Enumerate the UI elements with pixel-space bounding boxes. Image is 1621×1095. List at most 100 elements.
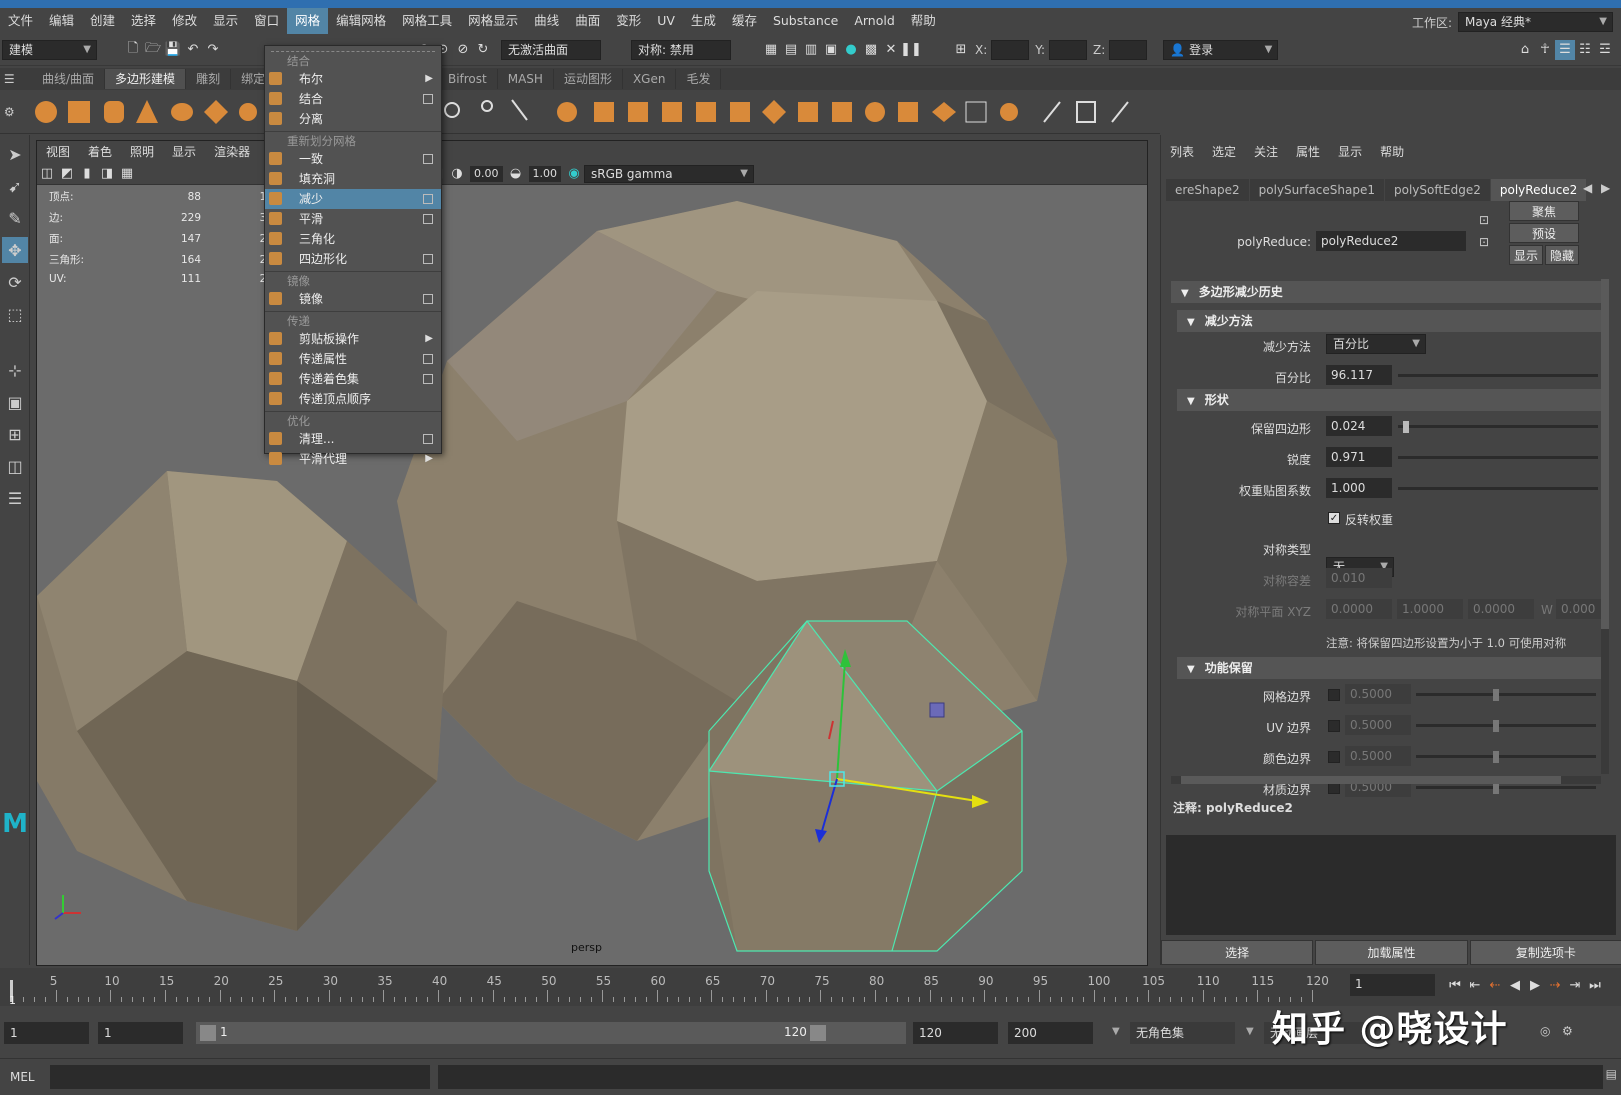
menu-item[interactable]: 四边形化 <box>265 249 441 269</box>
preserve-slider-knob[interactable] <box>1493 689 1499 701</box>
sharpness-field[interactable]: 0.971 <box>1326 447 1392 467</box>
gamma-icon[interactable]: ◒ <box>506 164 526 184</box>
redo-icon[interactable]: ↷ <box>203 40 223 60</box>
menu-19[interactable]: 帮助 <box>903 8 944 34</box>
undo-icon[interactable]: ↶ <box>183 40 203 60</box>
symmetry-tolerance-field[interactable]: 0.010 <box>1326 568 1392 588</box>
menu-11[interactable]: 曲线 <box>526 8 567 34</box>
live-surface-field[interactable]: 无激活曲面 <box>501 39 601 60</box>
exposure-icon[interactable]: ◑ <box>447 164 467 184</box>
menu-item[interactable]: 剪贴板操作 ▶ <box>265 329 441 349</box>
option-box-icon[interactable] <box>423 354 433 364</box>
menu-item[interactable]: 平滑 <box>265 209 441 229</box>
presets-icon[interactable]: ⊡ <box>1479 235 1489 249</box>
menu-16[interactable]: 缓存 <box>724 8 765 34</box>
login-dropdown[interactable]: 👤 登录 ▼ <box>1163 39 1279 60</box>
anim-prefs-icon[interactable]: ⚙ <box>1562 1024 1573 1038</box>
preserve-slider-knob[interactable] <box>1493 720 1499 732</box>
method-dropdown[interactable]: 百分比 ▼ <box>1326 334 1426 354</box>
z-coord-input[interactable] <box>1109 39 1148 60</box>
menu-item[interactable]: 镜像 <box>265 289 441 309</box>
shelf-tab[interactable]: 多边形建模 <box>105 69 187 89</box>
keep-quads-slider[interactable] <box>1398 425 1598 428</box>
tab-scroll-left-icon[interactable]: ◀ <box>1583 181 1592 195</box>
menu-item[interactable]: 一致 <box>265 149 441 169</box>
menu-8[interactable]: 编辑网格 <box>328 8 394 34</box>
step-back-key-icon[interactable]: ⇤ <box>1465 975 1485 995</box>
viewport-menu-item[interactable]: 着色 <box>79 141 121 163</box>
viewport-menu-item[interactable]: 视图 <box>37 141 79 163</box>
symmetry-plane-y[interactable]: 1.0000 <box>1397 599 1463 619</box>
script-language-toggle[interactable]: MEL <box>10 1070 46 1084</box>
node-name-field[interactable]: polyReduce2 <box>1316 231 1466 251</box>
preserve-field[interactable]: 0.5000 <box>1345 684 1411 704</box>
option-box-icon[interactable] <box>423 434 433 444</box>
symmetry-plane-x[interactable]: 0.0000 <box>1326 599 1392 619</box>
chevron-down-icon[interactable]: ▼ <box>1112 1026 1120 1037</box>
ae-vertical-scrollbar[interactable] <box>1601 279 1609 774</box>
command-input[interactable] <box>50 1065 430 1089</box>
arnold-render-icon[interactable]: ▩ <box>861 40 881 60</box>
preserve-slider[interactable] <box>1416 786 1596 789</box>
go-to-end-icon[interactable]: ⏭ <box>1585 975 1605 995</box>
symmetry-plane-w[interactable]: 0.000 <box>1556 599 1602 619</box>
pause-icon[interactable]: ❚❚ <box>900 40 922 60</box>
color-management-icon[interactable]: ◉ <box>564 164 584 184</box>
menu-14[interactable]: UV <box>649 8 683 34</box>
menu-0[interactable]: 文件 <box>0 8 41 34</box>
symmetry-dropdown[interactable]: 对称: 禁用 <box>631 39 731 60</box>
rotate-tool-icon[interactable]: ⟳ <box>2 269 28 295</box>
camera-select-icon[interactable]: ◫ <box>37 164 57 184</box>
invert-weights-checkbox[interactable]: ✓ <box>1328 512 1340 524</box>
menu-item[interactable]: 分离 <box>265 109 441 129</box>
menu-item[interactable]: 平滑代理 ▶ <box>265 449 441 469</box>
save-scene-icon[interactable]: 💾 <box>163 40 183 60</box>
ae-node-tab[interactable]: polyReduce2 <box>1490 179 1587 201</box>
frame-reduction-method[interactable]: ▼ 减少方法 <box>1177 310 1601 332</box>
menu-item[interactable]: 传递顶点顺序 <box>265 389 441 409</box>
notes-textarea[interactable] <box>1166 835 1616 935</box>
y-coord-input[interactable] <box>1049 39 1088 60</box>
ae-menu-item[interactable]: 显示 <box>1329 141 1371 163</box>
step-forward-key-icon[interactable]: ⇥ <box>1565 975 1585 995</box>
ae-menu-item[interactable]: 帮助 <box>1371 141 1413 163</box>
menu-item[interactable]: 传递属性 <box>265 349 441 369</box>
option-box-icon[interactable] <box>423 154 433 164</box>
go-to-start-icon[interactable]: ⏮ <box>1445 975 1465 995</box>
range-bar[interactable]: 1 120 <box>196 1022 906 1044</box>
workspace-dropdown[interactable]: Maya 经典* ▼ <box>1458 12 1613 32</box>
menu-2[interactable]: 创建 <box>82 8 123 34</box>
step-forward-frame-icon[interactable]: ⇢ <box>1545 975 1565 995</box>
menu-6[interactable]: 窗口 <box>246 8 287 34</box>
viewport-menu-item[interactable]: 显示 <box>163 141 205 163</box>
preserve-checkbox[interactable] <box>1328 751 1340 763</box>
outliner-pane-icon[interactable]: ☰ <box>2 485 28 511</box>
chevron-down-icon[interactable]: ▼ <box>1246 1026 1254 1037</box>
playback-start-field[interactable]: 1 <box>98 1022 183 1044</box>
menu-12[interactable]: 曲面 <box>567 8 608 34</box>
preserve-slider[interactable] <box>1416 755 1596 758</box>
move-tool-icon[interactable]: ✥ <box>2 237 28 263</box>
preserve-checkbox[interactable] <box>1328 720 1340 732</box>
menu-13[interactable]: 变形 <box>608 8 649 34</box>
attribute-editor-icon[interactable]: ☰ <box>1555 39 1575 60</box>
weight-map-slider[interactable] <box>1398 487 1598 490</box>
ae-bottom-button[interactable]: 复制选项卡 <box>1469 940 1621 965</box>
four-pane-icon[interactable]: ⊞ <box>2 421 28 447</box>
ae-node-tab[interactable]: polySurfaceShape1 <box>1249 179 1384 201</box>
shelf-tab[interactable]: 曲线/曲面 <box>32 69 106 89</box>
focus-icon[interactable]: ⊡ <box>1479 213 1489 227</box>
preserve-checkbox[interactable] <box>1328 689 1340 701</box>
tab-scroll-right-icon[interactable]: ▶ <box>1601 181 1610 195</box>
transform-mode-icon[interactable]: ⊞ <box>951 40 971 60</box>
option-box-icon[interactable] <box>423 254 433 264</box>
menu-1[interactable]: 编辑 <box>41 8 82 34</box>
preserve-slider[interactable] <box>1416 693 1596 696</box>
viewport-menu-item[interactable]: 照明 <box>121 141 163 163</box>
focus-button[interactable]: 聚焦 <box>1509 201 1579 221</box>
shelf-tab[interactable]: 运动图形 <box>554 69 623 89</box>
range-start-handle[interactable] <box>200 1025 216 1041</box>
gamma-field[interactable]: 1.00 <box>528 165 561 182</box>
snap-view-icon[interactable]: ⊘ <box>453 40 473 60</box>
viewport-menu-item[interactable]: 渲染器 <box>205 141 259 163</box>
